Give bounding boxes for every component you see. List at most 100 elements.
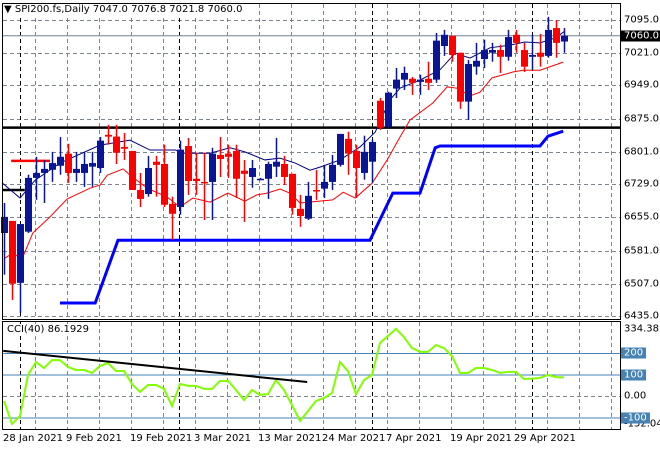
- candle-bull: [329, 164, 336, 182]
- candle-bull: [97, 140, 104, 168]
- candle-bull: [57, 156, 64, 166]
- candle-bull: [361, 151, 368, 173]
- chart-title: ▼ SPI200.fs,Daily 7047.0 7076.8 7021.8 7…: [4, 4, 245, 15]
- candle-bull: [545, 29, 552, 56]
- cci-max-label: 334.3816: [624, 323, 660, 335]
- date-label: 24 Mar 2021: [322, 433, 386, 444]
- date-label: 28 Jan 2021: [3, 433, 63, 444]
- candle-bull: [249, 168, 256, 177]
- cci-title: CCI(40) 86.1929: [7, 324, 89, 335]
- price-label: 6507.0: [624, 278, 659, 290]
- candle-bear: [129, 150, 136, 190]
- candle-bear: [289, 173, 296, 208]
- candle-bear: [297, 208, 304, 216]
- candle-bull: [393, 79, 400, 89]
- candle-bear: [497, 50, 504, 57]
- candle-bull: [49, 163, 56, 170]
- cci-level-tag: -100: [621, 412, 650, 423]
- price-label: 6801.0: [624, 146, 659, 158]
- candle-bear: [225, 153, 232, 157]
- candle-bear: [313, 189, 320, 192]
- price-label: 6435.0: [624, 310, 659, 322]
- candle-bear: [233, 150, 240, 179]
- candle-bull: [369, 141, 376, 162]
- candle-bull: [17, 224, 24, 283]
- candle-bull: [33, 172, 40, 178]
- candle-bear: [65, 153, 72, 173]
- high-value: 7076.8: [131, 4, 167, 15]
- date-label: 19 Feb 2021: [130, 433, 193, 444]
- candle-bull: [273, 161, 280, 167]
- close-value: 7060.0: [207, 4, 243, 15]
- candle-bear: [153, 161, 160, 165]
- candle-bull: [481, 50, 488, 60]
- indicator-overlays: [1, 30, 620, 305]
- candle-bull: [265, 163, 272, 179]
- price-label: 6875.0: [624, 113, 659, 125]
- candle-bear: [521, 50, 528, 67]
- cci-level-tag: 200: [621, 347, 647, 359]
- candle-bull: [73, 168, 80, 173]
- triangle-down-icon[interactable]: ▼: [4, 4, 12, 15]
- candle-bear: [457, 52, 464, 102]
- candle-bull: [561, 35, 568, 42]
- date-label: 19 Apr 2021: [450, 433, 512, 444]
- price-label: 6581.0: [624, 245, 659, 257]
- candle-bull: [337, 133, 344, 165]
- candle-bear: [161, 163, 168, 205]
- price-label: 7095.0: [624, 14, 659, 26]
- candle-bear: [201, 181, 208, 184]
- candle-bull: [177, 149, 184, 208]
- candle-bear: [409, 78, 416, 83]
- candle-bear: [113, 136, 120, 153]
- candle-bull: [441, 34, 448, 47]
- candle-bear: [537, 52, 544, 57]
- candle-bull: [305, 195, 312, 219]
- candle-bear: [241, 170, 248, 174]
- symbol-label: SPI200.fs,Daily: [14, 4, 90, 15]
- chart-canvas: [1, 3, 621, 430]
- current-price-tag: 7060.0: [621, 30, 660, 42]
- price-label: 6655.0: [624, 211, 659, 223]
- candle-bear: [185, 146, 192, 182]
- candle-bull: [473, 60, 480, 67]
- date-label: 13 Mar 2021: [258, 433, 322, 444]
- price-label: 6729.0: [624, 178, 659, 190]
- candles: [1, 16, 568, 313]
- cci-zero-label: 0.00: [624, 390, 647, 402]
- candle-bear: [513, 34, 520, 43]
- date-label: 3 Mar 2021: [194, 433, 252, 444]
- date-label: 29 Apr 2021: [514, 433, 576, 444]
- candle-bear: [281, 163, 288, 177]
- candle-bear: [345, 138, 352, 154]
- date-label: 7 Apr 2021: [386, 433, 442, 444]
- candle-bull: [529, 54, 536, 57]
- candle-bull: [465, 63, 472, 102]
- candle-bull: [417, 79, 424, 82]
- candle-bull: [257, 178, 264, 181]
- candle-bear: [217, 154, 224, 160]
- candle-bull: [401, 72, 408, 80]
- candle-bear: [377, 100, 384, 128]
- candle-bear: [9, 220, 16, 284]
- candle-bear: [449, 35, 456, 55]
- candle-bull: [41, 168, 48, 173]
- candle-bull: [89, 163, 96, 167]
- candle-bull: [433, 40, 440, 80]
- candle-bull: [385, 92, 392, 127]
- candle-bull: [145, 168, 152, 195]
- candle-bear: [353, 150, 360, 168]
- cci-level-tag: 100: [621, 369, 647, 380]
- candle-bear: [137, 189, 144, 199]
- open-value: 7047.0: [92, 4, 128, 15]
- candle-bull: [209, 153, 216, 182]
- candle-bull: [321, 181, 328, 189]
- low-value: 7021.8: [169, 4, 205, 15]
- cci-panel: [3, 327, 620, 426]
- candle-bull: [489, 50, 496, 53]
- candle-bull: [81, 163, 88, 173]
- price-label: 7021.0: [624, 47, 659, 59]
- candle-bear: [169, 203, 176, 214]
- candle-bull: [25, 177, 32, 232]
- candle-bear: [193, 178, 200, 182]
